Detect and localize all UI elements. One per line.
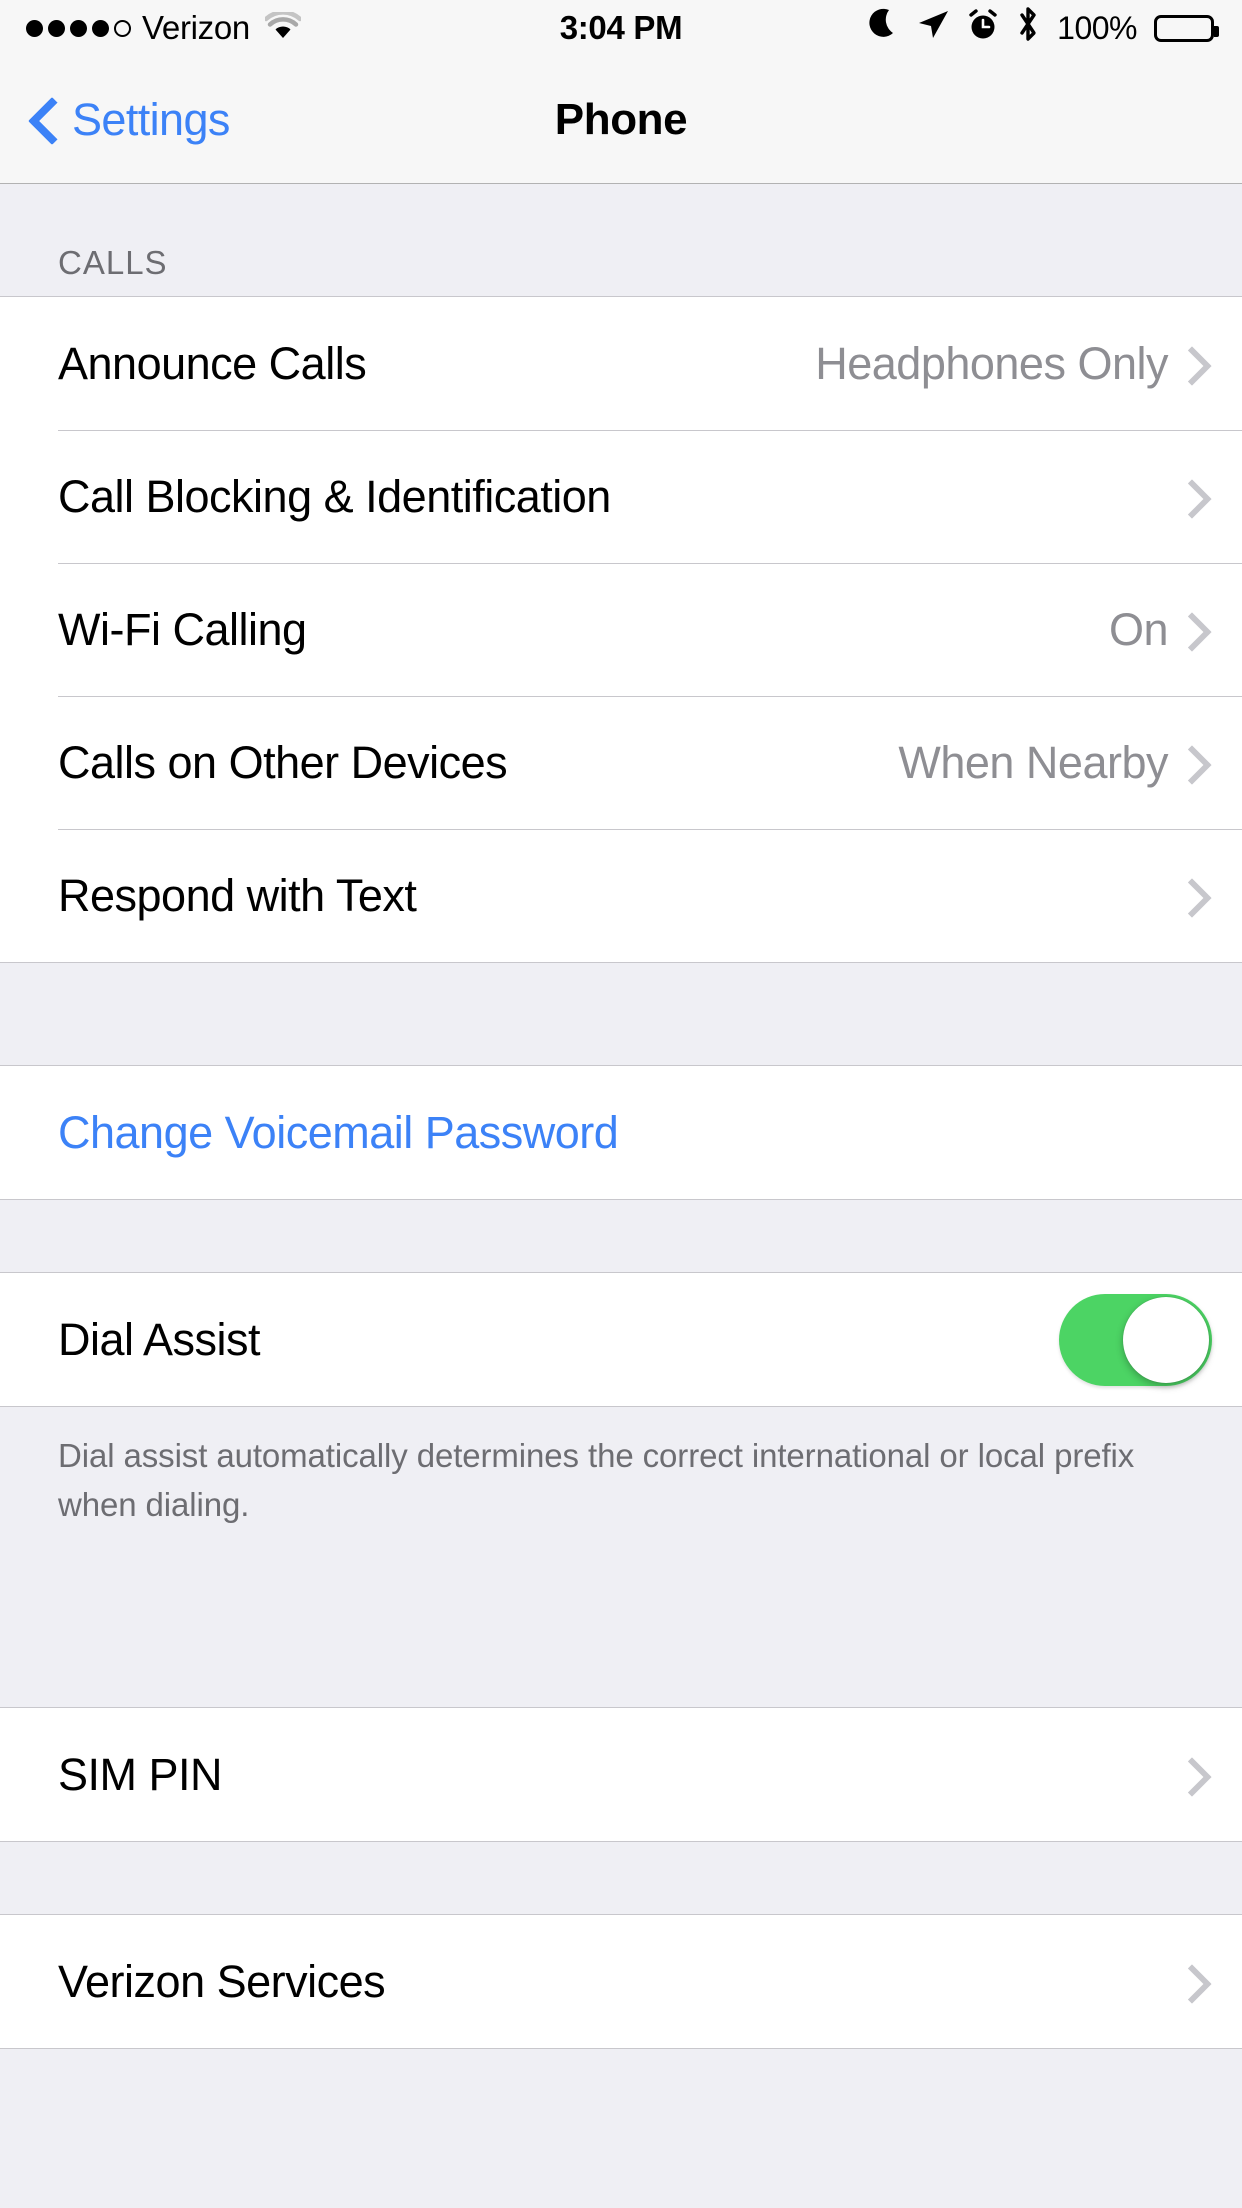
row-value: When Nearby — [898, 736, 1168, 788]
group-calls: Announce Calls Headphones Only Call Bloc… — [0, 296, 1242, 963]
chevron-left-icon — [30, 96, 58, 144]
group-verizon-services: Verizon Services — [0, 1914, 1242, 2049]
row-call-blocking-identification[interactable]: Call Blocking & Identification — [0, 430, 1242, 563]
status-bar-left: Verizon — [26, 9, 303, 47]
carrier-label: Verizon — [142, 9, 250, 46]
alarm-clock-icon — [967, 8, 999, 49]
toggle-knob — [1123, 1296, 1209, 1383]
row-sim-pin[interactable]: SIM PIN — [0, 1708, 1242, 1841]
group-voicemail: Change Voicemail Password — [0, 1065, 1242, 1200]
row-label: Change Voicemail Password — [58, 1106, 619, 1158]
location-arrow-icon — [916, 8, 950, 48]
dial-assist-toggle[interactable] — [1059, 1293, 1212, 1386]
group-dial-assist: Dial Assist — [0, 1272, 1242, 1407]
row-label: Call Blocking & Identification — [58, 470, 611, 522]
row-label: SIM PIN — [58, 1748, 223, 1800]
status-bar-right: 100% — [869, 6, 1219, 50]
row-label: Wi-Fi Calling — [58, 603, 307, 655]
battery-icon — [1154, 14, 1219, 42]
group-sim-pin: SIM PIN — [0, 1707, 1242, 1842]
section-gap — [0, 1842, 1242, 1914]
section-header-calls: CALLS — [0, 184, 1242, 296]
section-gap — [0, 1200, 1242, 1272]
chevron-right-icon — [1190, 1756, 1212, 1794]
bluetooth-icon — [1016, 6, 1040, 50]
back-button[interactable]: Settings — [0, 94, 230, 146]
row-label: Announce Calls — [58, 337, 367, 389]
row-label: Verizon Services — [58, 1955, 386, 2007]
clock-label: 3:04 PM — [559, 9, 683, 46]
row-label: Respond with Text — [58, 869, 417, 921]
row-label: Dial Assist — [58, 1313, 261, 1365]
dial-assist-footer-text: Dial assist automatically determines the… — [0, 1407, 1242, 1707]
chevron-right-icon — [1190, 478, 1212, 516]
battery-percent-label: 100% — [1057, 9, 1137, 46]
navigation-bar: Settings Phone — [0, 56, 1242, 184]
wifi-icon — [263, 9, 303, 47]
chevron-right-icon — [1190, 877, 1212, 915]
row-dial-assist[interactable]: Dial Assist — [0, 1273, 1242, 1406]
row-wifi-calling[interactable]: Wi-Fi Calling On — [0, 563, 1242, 696]
cellular-signal-icon — [26, 19, 131, 37]
do-not-disturb-moon-icon — [869, 7, 899, 49]
row-announce-calls[interactable]: Announce Calls Headphones Only — [0, 297, 1242, 430]
settings-list: CALLS Announce Calls Headphones Only Cal… — [0, 184, 1242, 2049]
row-value: Headphones Only — [815, 337, 1168, 389]
row-change-voicemail-password[interactable]: Change Voicemail Password — [0, 1066, 1242, 1199]
chevron-right-icon — [1190, 744, 1212, 782]
chevron-right-icon — [1190, 1963, 1212, 2001]
row-label: Calls on Other Devices — [58, 736, 508, 788]
row-calls-on-other-devices[interactable]: Calls on Other Devices When Nearby — [0, 696, 1242, 829]
back-button-label: Settings — [72, 93, 230, 145]
chevron-right-icon — [1190, 611, 1212, 649]
chevron-right-icon — [1190, 345, 1212, 383]
section-gap — [0, 963, 1242, 1065]
row-verizon-services[interactable]: Verizon Services — [0, 1915, 1242, 2048]
row-respond-with-text[interactable]: Respond with Text — [0, 829, 1242, 962]
row-value: On — [1108, 603, 1169, 655]
status-bar: Verizon 3:04 PM 100% — [0, 0, 1242, 56]
